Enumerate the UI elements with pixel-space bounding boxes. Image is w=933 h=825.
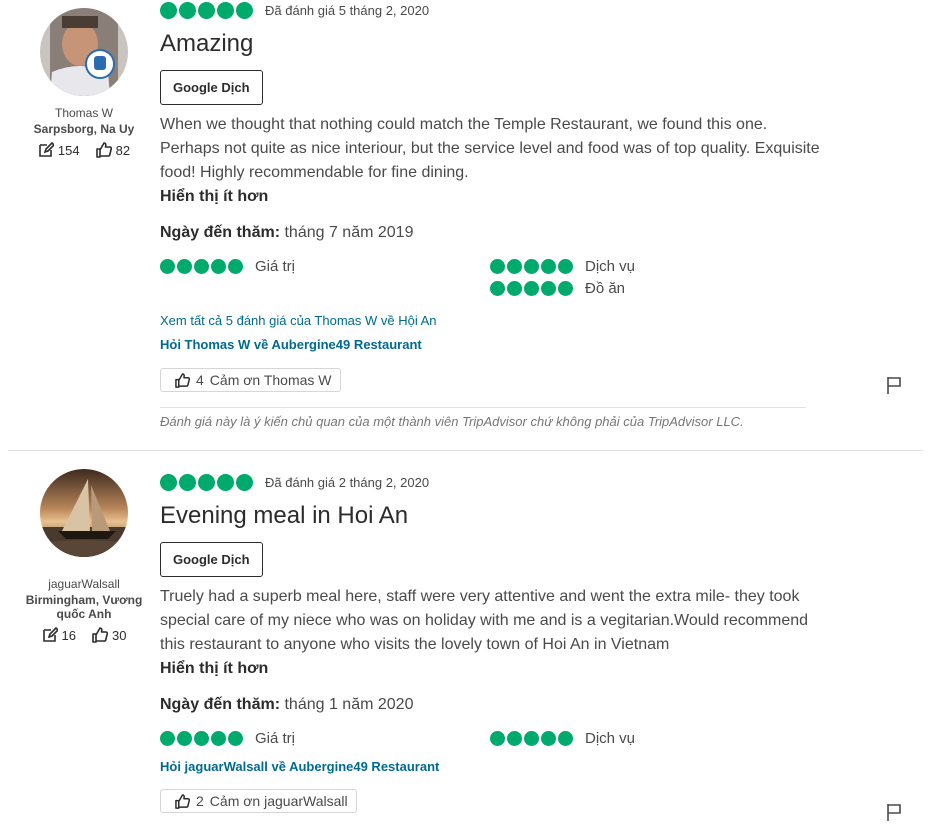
subratings: Giá trị Dịch vụ bbox=[160, 727, 820, 751]
ask-member-link[interactable]: Hỏi Thomas W về Aubergine49 Restaurant bbox=[160, 333, 820, 357]
rating-date: Đã đánh giá 5 tháng 2, 2020 bbox=[265, 2, 430, 18]
member-counts: 154 82 bbox=[20, 142, 148, 158]
rating-bubble bbox=[217, 473, 234, 491]
show-less-link[interactable]: Hiển thị ít hơn bbox=[160, 657, 820, 681]
pencil-icon bbox=[42, 627, 58, 642]
subrating-label: Đồ ăn bbox=[585, 279, 626, 297]
review-disclaimer: Đánh giá này là ý kiến chủ quan của một … bbox=[160, 406, 806, 429]
report-flag-button[interactable] bbox=[885, 803, 903, 821]
subrating-value: Giá trị bbox=[160, 255, 295, 277]
review-count: 154 bbox=[57, 142, 80, 158]
rating-bubble bbox=[236, 473, 253, 491]
thank-button[interactable]: 2 Cảm ơn jaguarWalsall bbox=[160, 789, 357, 813]
member-hometown: Birmingham, Vương quốc Anh bbox=[25, 593, 143, 621]
review-rating: Đã đánh giá 2 tháng 2, 2020 bbox=[160, 472, 820, 492]
rating-date: Đã đánh giá 2 tháng 2, 2020 bbox=[265, 474, 430, 490]
subrating-label: Giá trị bbox=[255, 729, 296, 747]
avatar-photo bbox=[40, 8, 128, 96]
visit-date: Ngày đến thăm: tháng 7 năm 2019 bbox=[160, 221, 820, 245]
subrating-service: Dịch vụ bbox=[490, 727, 635, 749]
visit-date-label: Ngày đến thăm: bbox=[160, 696, 281, 713]
avatar[interactable] bbox=[40, 469, 128, 557]
review-title[interactable]: Evening meal in Hoi An bbox=[160, 502, 820, 530]
visit-date-label: Ngày đến thăm: bbox=[160, 224, 281, 241]
review-count: 16 bbox=[61, 627, 76, 643]
flag-icon bbox=[887, 804, 901, 821]
thank-label: Cảm ơn jaguarWalsall bbox=[209, 793, 348, 809]
thank-button[interactable]: 4 Cảm ơn Thomas W bbox=[160, 368, 341, 392]
subrating-label: Dịch vụ bbox=[585, 729, 636, 747]
review-body: When we thought that nothing could match… bbox=[160, 116, 820, 181]
subrating-food: Đồ ăn bbox=[490, 277, 625, 299]
all-reviews-link[interactable]: Xem tất cả 5 đánh giá của Thomas W về Hộ… bbox=[160, 309, 820, 333]
rating-bubble bbox=[160, 473, 177, 491]
subrating-service: Dịch vụ bbox=[490, 255, 635, 277]
subrating-label: Giá trị bbox=[255, 257, 296, 275]
thumbs-up-icon bbox=[95, 142, 112, 158]
member-info: Thomas W Sarpsborg, Na Uy 154 82 bbox=[20, 106, 148, 158]
thumbs-up-icon bbox=[175, 793, 190, 809]
helpful-count: 82 bbox=[115, 142, 131, 158]
rating-bubble bbox=[217, 1, 234, 19]
subrating-value: Giá trị bbox=[160, 727, 295, 749]
rating-bubble bbox=[198, 1, 215, 19]
subratings: Giá trị Dịch vụ Đồ ăn bbox=[160, 255, 820, 305]
rating-bubbles bbox=[160, 1, 253, 19]
rating-bubbles bbox=[160, 730, 243, 746]
avatar[interactable] bbox=[40, 8, 128, 96]
review-rating: Đã đánh giá 5 tháng 2, 2020 bbox=[160, 0, 820, 20]
visit-date-value: tháng 1 năm 2020 bbox=[284, 696, 414, 713]
show-less-link[interactable]: Hiển thị ít hơn bbox=[160, 185, 820, 209]
review-body: Truely had a superb meal here, staff wer… bbox=[160, 588, 809, 653]
review-content: Đã đánh giá 5 tháng 2, 2020 Amazing Goog… bbox=[160, 0, 820, 429]
ask-member-link[interactable]: Hỏi jaguarWalsall về Aubergine49 Restaur… bbox=[160, 755, 820, 779]
thank-count: 4 bbox=[196, 372, 204, 388]
thank-label: Cảm ơn Thomas W bbox=[209, 372, 332, 388]
rating-bubbles bbox=[490, 258, 573, 274]
avatar-photo bbox=[40, 469, 128, 557]
thumbs-up-icon bbox=[175, 372, 190, 388]
member-counts: 16 30 bbox=[20, 627, 148, 643]
visit-date-value: tháng 7 năm 2019 bbox=[284, 224, 414, 241]
flag-icon bbox=[887, 377, 901, 394]
google-translate-button[interactable]: Google Dịch bbox=[160, 70, 263, 105]
google-translate-button[interactable]: Google Dịch bbox=[160, 542, 263, 577]
visit-date: Ngày đến thăm: tháng 1 năm 2020 bbox=[160, 693, 820, 717]
rating-bubble bbox=[236, 1, 253, 19]
rating-bubbles bbox=[490, 280, 573, 296]
rating-bubbles bbox=[490, 730, 573, 746]
member-username[interactable]: jaguarWalsall bbox=[20, 577, 148, 591]
rating-bubble bbox=[198, 473, 215, 491]
member-info: jaguarWalsall Birmingham, Vương quốc Anh… bbox=[20, 577, 148, 643]
review-card: jaguarWalsall Birmingham, Vương quốc Anh… bbox=[0, 451, 933, 825]
rating-bubble bbox=[179, 473, 196, 491]
thank-count: 2 bbox=[196, 793, 204, 809]
member-username[interactable]: Thomas W bbox=[20, 106, 148, 120]
rating-bubbles bbox=[160, 473, 253, 491]
pencil-icon bbox=[39, 142, 54, 157]
helpful-count: 30 bbox=[112, 627, 127, 643]
member-hometown: Sarpsborg, Na Uy bbox=[33, 122, 135, 136]
review-card: Thomas W Sarpsborg, Na Uy 154 82 Đã đánh… bbox=[0, 0, 933, 451]
subrating-label: Dịch vụ bbox=[585, 257, 636, 275]
thumbs-up-icon bbox=[92, 627, 108, 643]
rating-bubbles bbox=[160, 258, 243, 274]
review-title[interactable]: Amazing bbox=[160, 30, 820, 58]
report-flag-button[interactable] bbox=[885, 376, 903, 394]
review-content: Đã đánh giá 2 tháng 2, 2020 Evening meal… bbox=[160, 472, 820, 814]
rating-bubble bbox=[160, 1, 177, 19]
rating-bubble bbox=[179, 1, 196, 19]
